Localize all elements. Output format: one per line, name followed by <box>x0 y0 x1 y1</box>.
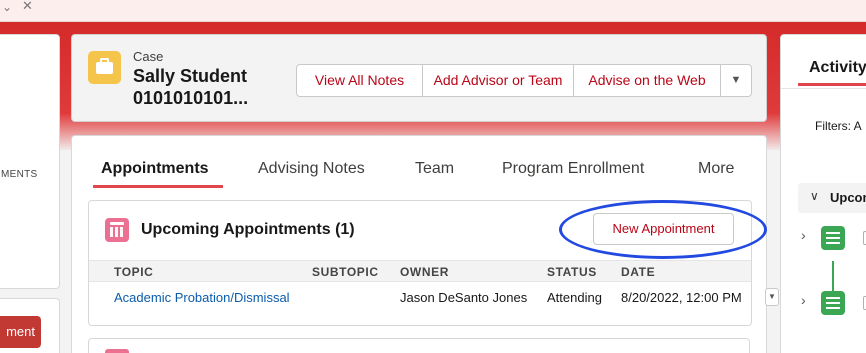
tab-more[interactable]: More <box>698 160 734 178</box>
appointment-topic-link[interactable]: Academic Probation/Dismissal <box>114 290 290 305</box>
annotation-highlight-circle <box>559 200 767 259</box>
advise-on-the-web-button[interactable]: Advise on the Web <box>574 65 721 96</box>
left-panel: MENTS <box>0 34 60 289</box>
view-all-notes-button[interactable]: View All Notes <box>297 65 423 96</box>
tab-activity[interactable]: Activity <box>809 59 866 77</box>
tab-advising-notes[interactable]: Advising Notes <box>258 160 365 178</box>
upcoming-section-header[interactable]: ∨ Upcom <box>798 183 866 213</box>
left-panel-label: MENTS <box>1 169 38 180</box>
column-header-owner[interactable]: OWNER <box>400 265 449 279</box>
column-header-date[interactable]: DATE <box>621 265 655 279</box>
case-number: 0101010101... <box>133 88 249 108</box>
case-actions: View All Notes Add Advisor or Team Advis… <box>296 64 752 97</box>
appointment-owner: Jason DeSanto Jones <box>400 290 528 305</box>
more-actions-dropdown[interactable]: ▼ <box>721 65 751 96</box>
browser-topbar: ⌄ ✕ <box>0 0 866 22</box>
tab-appointments[interactable]: Appointments <box>101 160 209 178</box>
table-header: TOPIC SUBTOPIC OWNER STATUS DATE <box>89 260 751 282</box>
column-header-topic[interactable]: TOPIC <box>114 265 153 279</box>
chevron-down-icon: ∨ <box>810 189 819 203</box>
briefcase-icon <box>88 51 121 84</box>
next-related-card <box>88 338 750 353</box>
record-type-label: Case <box>133 49 164 64</box>
column-header-status[interactable]: STATUS <box>547 265 597 279</box>
appointment-date: 8/20/2022, 12:00 PM <box>621 290 742 305</box>
chevron-right-icon[interactable]: › <box>801 292 806 308</box>
add-advisor-or-team-button[interactable]: Add Advisor or Team <box>423 65 574 96</box>
left-action-button[interactable]: ment <box>0 316 41 348</box>
tab-team[interactable]: Team <box>415 160 454 178</box>
related-list-icon <box>105 349 129 353</box>
chevron-down-icon[interactable]: ⌄ <box>2 0 12 14</box>
task-icon <box>821 291 845 315</box>
column-header-subtopic[interactable]: SUBTOPIC <box>312 265 379 279</box>
activity-tab-indicator <box>798 83 866 86</box>
activity-filters[interactable]: Filters: A <box>815 119 862 133</box>
row-actions-dropdown[interactable]: ▼ <box>765 288 779 306</box>
case-header: Case Sally Student 0101010101... View Al… <box>71 34 767 122</box>
case-title: Sally Student <box>133 66 248 86</box>
appointments-title: Upcoming Appointments (1) <box>141 221 355 238</box>
upcoming-section-label: Upcom <box>830 190 866 205</box>
divider <box>781 88 866 89</box>
activity-panel: Activity Filters: A ∨ Upcom › › <box>780 34 866 353</box>
close-icon[interactable]: ✕ <box>22 0 33 14</box>
appointment-status: Attending <box>547 290 602 305</box>
active-tab-indicator <box>93 185 223 188</box>
calendar-icon <box>105 218 129 242</box>
chevron-right-icon[interactable]: › <box>801 227 806 243</box>
tab-program-enrollment[interactable]: Program Enrollment <box>502 160 644 178</box>
task-icon <box>821 226 845 250</box>
